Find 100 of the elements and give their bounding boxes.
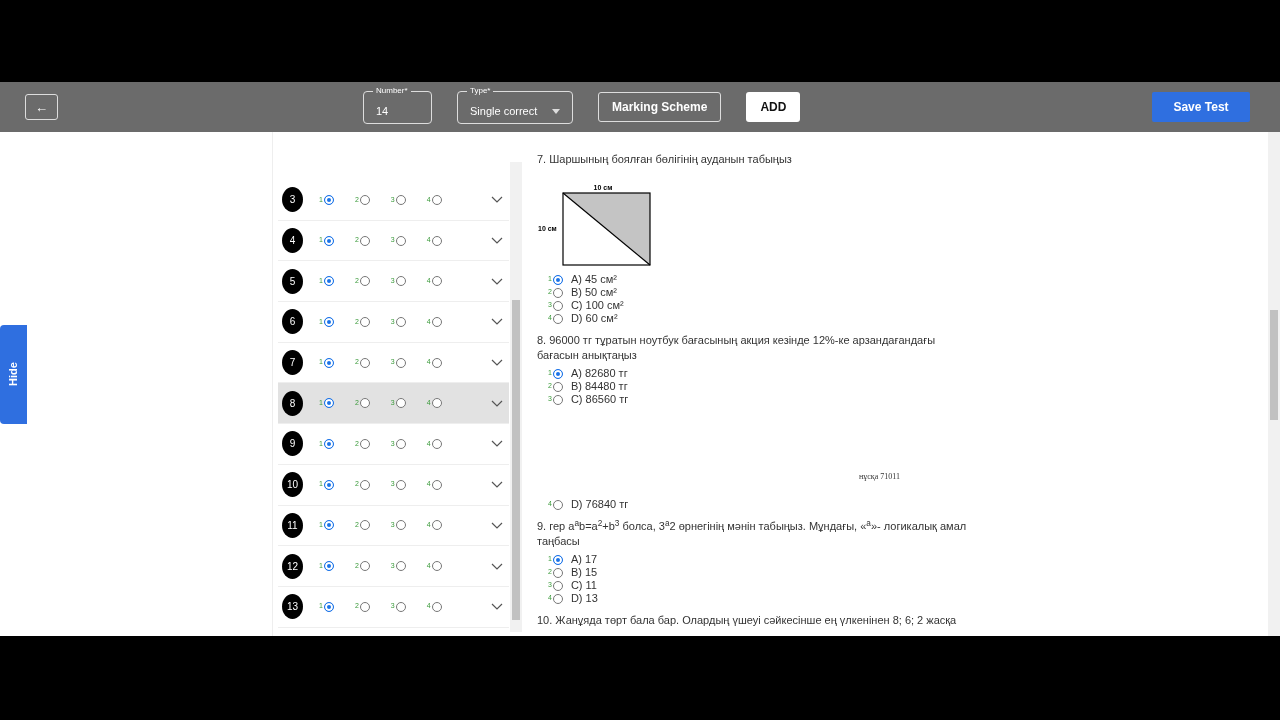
radio-button[interactable]	[552, 593, 563, 604]
radio-button[interactable]	[359, 235, 370, 246]
question-number: 9	[282, 431, 303, 457]
scrollbar[interactable]	[510, 162, 522, 632]
radio-button[interactable]	[395, 601, 406, 612]
radio-button[interactable]	[431, 398, 442, 409]
radio-button[interactable]	[323, 235, 334, 246]
radio-button[interactable]	[431, 479, 442, 490]
radio-button[interactable]	[323, 276, 334, 287]
add-button[interactable]: ADD	[746, 92, 801, 122]
radio-button[interactable]	[359, 438, 370, 449]
option-text: C) 11	[570, 578, 597, 594]
radio-button[interactable]	[323, 479, 334, 490]
radio-button[interactable]	[552, 499, 563, 510]
hide-tab[interactable]: Hide	[0, 325, 27, 424]
option-text: A) 45 см²	[570, 272, 617, 288]
radio-button[interactable]	[323, 194, 334, 205]
radio-button[interactable]	[552, 567, 563, 578]
chevron-down-icon[interactable]	[491, 277, 503, 285]
radio-button[interactable]	[395, 561, 406, 572]
radio-button[interactable]	[395, 235, 406, 246]
radio-button[interactable]	[552, 274, 563, 285]
radio-button[interactable]	[431, 357, 442, 368]
radio-button[interactable]	[359, 520, 370, 531]
radio-button[interactable]	[323, 520, 334, 531]
question-number: 5	[282, 268, 303, 294]
radio-button[interactable]	[552, 287, 563, 298]
radio-button[interactable]	[431, 438, 442, 449]
radio-button[interactable]	[431, 235, 442, 246]
radio-button[interactable]	[395, 398, 406, 409]
question-text: 7. Шаршының боялған бөлігінің ауданын табыңыз	[537, 152, 793, 167]
question-number: 7	[282, 350, 303, 376]
radio-button[interactable]	[323, 438, 334, 449]
radio-button[interactable]	[552, 368, 563, 379]
save-button[interactable]: Save Test	[1152, 92, 1250, 122]
radio-button[interactable]	[395, 194, 406, 205]
chevron-down-icon[interactable]	[491, 481, 503, 489]
chevron-down-icon[interactable]	[491, 399, 503, 407]
chevron-down-icon[interactable]	[491, 196, 503, 204]
scrollbar-thumb[interactable]	[512, 300, 520, 620]
question-text: 9. гер a$^{a}$b=a$^{2}$+b$^{3}$ болса, 3$^{a}$2 өрнегінің мәнін табыңыз. Мұндағы, «$^{a}$»- логикалық амал таңбасы	[537, 519, 968, 549]
scrollbar[interactable]	[1268, 132, 1280, 636]
radio-button[interactable]	[395, 438, 406, 449]
radio-button[interactable]	[359, 601, 370, 612]
chevron-down-icon[interactable]	[491, 318, 503, 326]
option-text: D) 76840 тг	[570, 497, 629, 513]
radio-button[interactable]	[552, 381, 563, 392]
radio-button[interactable]	[359, 398, 370, 409]
chevron-down-icon[interactable]	[491, 359, 503, 367]
radio-button[interactable]	[395, 520, 406, 531]
marking-scheme-button[interactable]: Marking Scheme	[598, 92, 722, 122]
option-text: D) 13	[570, 591, 598, 607]
option-text: B) 50 см²	[570, 285, 617, 301]
back-button[interactable]: ←	[25, 94, 58, 120]
radio-button[interactable]	[552, 394, 563, 405]
radio-button[interactable]	[359, 479, 370, 490]
radio-button[interactable]	[552, 580, 563, 591]
radio-button[interactable]	[359, 276, 370, 287]
option-text: D) 60 см²	[570, 311, 618, 327]
radio-button[interactable]	[552, 300, 563, 311]
radio-button[interactable]	[323, 398, 334, 409]
chevron-down-icon[interactable]	[491, 440, 503, 448]
chevron-down-icon[interactable]	[491, 237, 503, 245]
option-text: C) 100 см²	[570, 298, 624, 314]
radio-button[interactable]	[431, 601, 442, 612]
question-number: 4	[282, 228, 303, 254]
question-number: 8	[282, 390, 303, 416]
question-number: 11	[282, 512, 303, 538]
chevron-down-icon[interactable]	[491, 603, 503, 611]
radio-button[interactable]	[323, 601, 334, 612]
question-number: 12	[282, 553, 303, 579]
variant-note: нұсқа 71011	[859, 471, 900, 483]
caret-icon	[552, 108, 560, 114]
radio-button[interactable]	[359, 357, 370, 368]
radio-button[interactable]	[431, 276, 442, 287]
radio-button[interactable]	[323, 357, 334, 368]
radio-button[interactable]	[431, 194, 442, 205]
question-text: 8. 96000 тг тұратын ноутбук бағасының акция кезінде 12%-ке арзандағандағы бағасын анықтаңыз	[537, 333, 937, 363]
radio-button[interactable]	[359, 194, 370, 205]
chevron-down-icon[interactable]	[491, 562, 503, 570]
radio-button[interactable]	[552, 313, 563, 324]
chevron-down-icon[interactable]	[491, 521, 503, 529]
radio-button[interactable]	[323, 561, 334, 572]
question-number: 13	[282, 594, 303, 620]
radio-button[interactable]	[323, 316, 334, 327]
scrollbar-thumb[interactable]	[1270, 310, 1278, 420]
option-text: A) 82680 тг	[570, 366, 628, 382]
radio-button[interactable]	[431, 316, 442, 327]
option-text: A) 17	[570, 552, 598, 568]
radio-button[interactable]	[395, 316, 406, 327]
radio-button[interactable]	[395, 276, 406, 287]
radio-button[interactable]	[359, 316, 370, 327]
radio-button[interactable]	[359, 561, 370, 572]
radio-button[interactable]	[431, 561, 442, 572]
radio-button[interactable]	[431, 520, 442, 531]
radio-button[interactable]	[552, 554, 563, 565]
question-number: 3	[282, 187, 303, 213]
option-text: B) 15	[570, 565, 598, 581]
radio-button[interactable]	[395, 357, 406, 368]
radio-button[interactable]	[395, 479, 406, 490]
